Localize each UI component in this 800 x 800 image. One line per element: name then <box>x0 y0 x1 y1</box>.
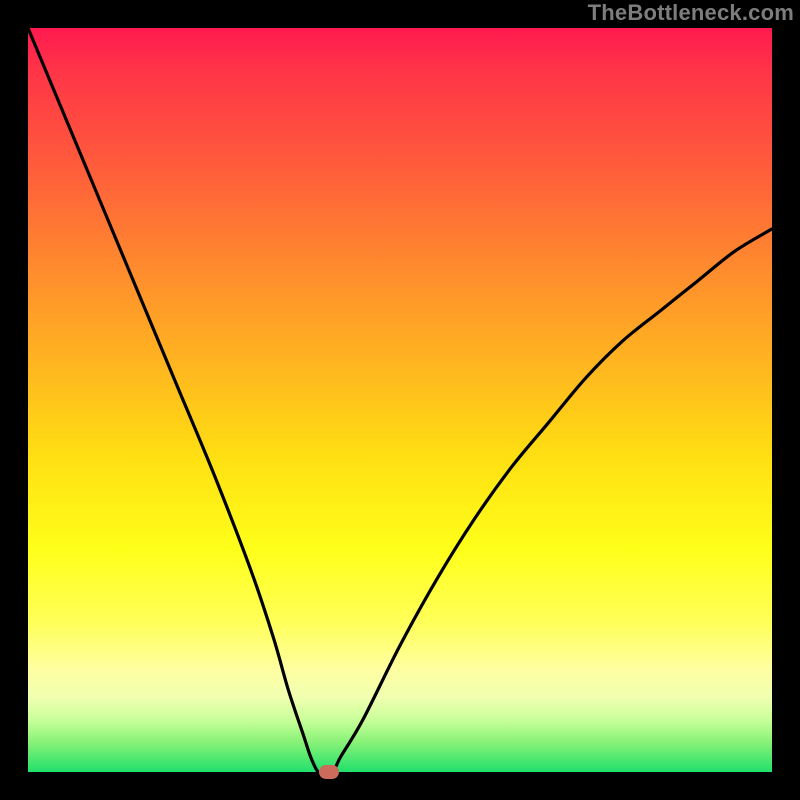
watermark-text: TheBottleneck.com <box>588 2 794 24</box>
optimum-marker <box>319 765 339 779</box>
chart-frame: TheBottleneck.com <box>0 0 800 800</box>
bottleneck-curve <box>28 28 772 772</box>
curve-path <box>28 28 772 773</box>
